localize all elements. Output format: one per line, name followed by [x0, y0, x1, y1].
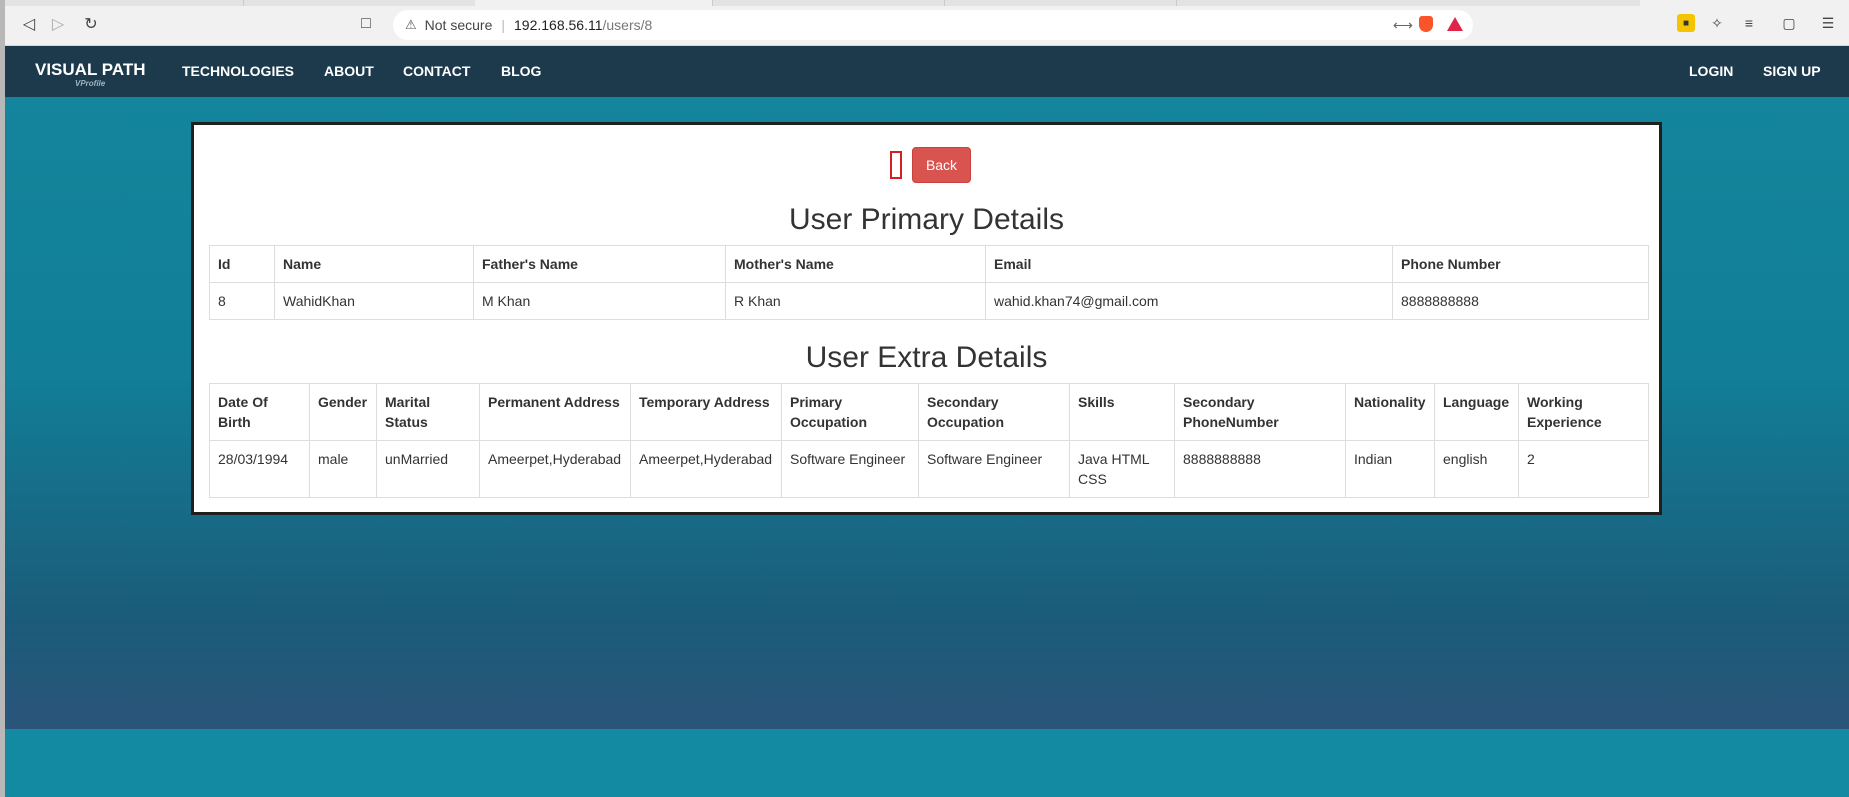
header-email: Email [985, 245, 1393, 283]
site-navbar: VISUAL PATH VProfile TECHNOLOGIES ABOUT … [5, 46, 1849, 97]
header-skills: Skills [1069, 383, 1175, 441]
table-row: 8 WahidKhan M Khan R Khan wahid.khan74@g… [209, 282, 1649, 320]
primary-details-title: User Primary Details [788, 203, 1065, 236]
header-fathers-name: Father's Name [473, 245, 726, 283]
wallet-icon[interactable]: ▢ [1780, 14, 1798, 32]
nav-login[interactable]: LOGIN [1689, 63, 1733, 79]
url-host: 192.168.56.11 [514, 17, 603, 33]
missing-glyph-icon [890, 151, 902, 179]
brave-shields-icon[interactable] [1419, 16, 1433, 32]
header-secondary-phone: Secondary PhoneNumber [1174, 383, 1346, 441]
nav-about[interactable]: ABOUT [324, 63, 374, 79]
cell-dob: 28/03/1994 [209, 440, 310, 498]
extension-icon[interactable]: ■ [1677, 14, 1695, 32]
cell-secondary-occupation: Software Engineer [918, 440, 1070, 498]
cell-permanent-address: Ameerpet,Hyderabad [479, 440, 631, 498]
reload-icon[interactable]: ↻ [80, 13, 102, 35]
header-primary-occupation: Primary Occupation [781, 383, 919, 441]
browser-toolbar: ◁ ▷ ↻ □ ⚠ Not secure | 192.168.56.11 /us… [5, 0, 1849, 46]
cell-working-experience: 2 [1518, 440, 1649, 498]
header-gender: Gender [309, 383, 377, 441]
brand-subtitle: VProfile [75, 79, 106, 88]
nav-contact[interactable]: CONTACT [403, 63, 470, 79]
playlist-icon[interactable]: ≡ [1740, 14, 1758, 32]
table-header-row: Date Of Birth Gender Marital Status Perm… [209, 383, 1649, 441]
back-controls: Back [890, 147, 971, 183]
address-bar[interactable]: ⚠ Not secure | 192.168.56.11 /users/8 ⟷ [393, 10, 1473, 40]
table-row: 28/03/1994 male unMarried Ameerpet,Hyder… [209, 440, 1649, 498]
table-header-row: Id Name Father's Name Mother's Name Emai… [209, 245, 1649, 283]
cell-secondary-phone: 8888888888 [1174, 440, 1346, 498]
cell-nationality: Indian [1345, 440, 1435, 498]
cell-gender: male [309, 440, 377, 498]
back-nav-icon[interactable]: ◁ [18, 13, 40, 35]
puzzle-icon[interactable]: ✧ [1708, 14, 1726, 32]
cell-name: WahidKhan [274, 282, 474, 320]
header-dob: Date Of Birth [209, 383, 310, 441]
cell-language: english [1434, 440, 1519, 498]
warning-icon: ⚠ [405, 17, 417, 32]
nav-blog[interactable]: BLOG [501, 63, 541, 79]
header-working-experience: Working Experience [1518, 383, 1649, 441]
extra-details-title: User Extra Details [805, 341, 1048, 374]
header-phone: Phone Number [1392, 245, 1649, 283]
url-separator: | [501, 17, 505, 33]
bookmark-icon[interactable]: □ [355, 13, 377, 35]
header-id: Id [209, 245, 275, 283]
header-language: Language [1434, 383, 1519, 441]
share-icon[interactable]: ⟷ [1393, 17, 1413, 34]
brand-logo[interactable]: VISUAL PATH [35, 60, 146, 80]
header-nationality: Nationality [1345, 383, 1435, 441]
header-permanent-address: Permanent Address [479, 383, 631, 441]
header-mothers-name: Mother's Name [725, 245, 986, 283]
forward-nav-icon[interactable]: ▷ [47, 13, 69, 35]
primary-details-table: Id Name Father's Name Mother's Name Emai… [209, 245, 1649, 320]
user-details-card: Back User Primary Details Id Name Father… [191, 122, 1662, 515]
header-secondary-occupation: Secondary Occupation [918, 383, 1070, 441]
header-name: Name [274, 245, 474, 283]
cell-phone: 8888888888 [1392, 282, 1649, 320]
brave-rewards-icon[interactable] [1447, 17, 1463, 31]
tab-strip [5, 0, 1849, 6]
cell-email: wahid.khan74@gmail.com [985, 282, 1393, 320]
not-secure-label: Not secure [424, 17, 493, 33]
extra-details-table: Date Of Birth Gender Marital Status Perm… [209, 383, 1649, 498]
cell-skills: Java HTML CSS [1069, 440, 1175, 498]
menu-icon[interactable]: ☰ [1819, 14, 1837, 32]
header-marital-status: Marital Status [376, 383, 480, 441]
cell-temporary-address: Ameerpet,Hyderabad [630, 440, 782, 498]
cell-mothers-name: R Khan [725, 282, 986, 320]
header-temporary-address: Temporary Address [630, 383, 782, 441]
cell-primary-occupation: Software Engineer [781, 440, 919, 498]
nav-signup[interactable]: SIGN UP [1763, 63, 1821, 79]
cell-id: 8 [209, 282, 275, 320]
nav-technologies[interactable]: TECHNOLOGIES [182, 63, 294, 79]
cell-fathers-name: M Khan [473, 282, 726, 320]
url-path: /users/8 [602, 17, 653, 33]
cell-marital-status: unMarried [376, 440, 480, 498]
page-background-bottom [5, 729, 1849, 797]
back-button[interactable]: Back [912, 147, 971, 183]
